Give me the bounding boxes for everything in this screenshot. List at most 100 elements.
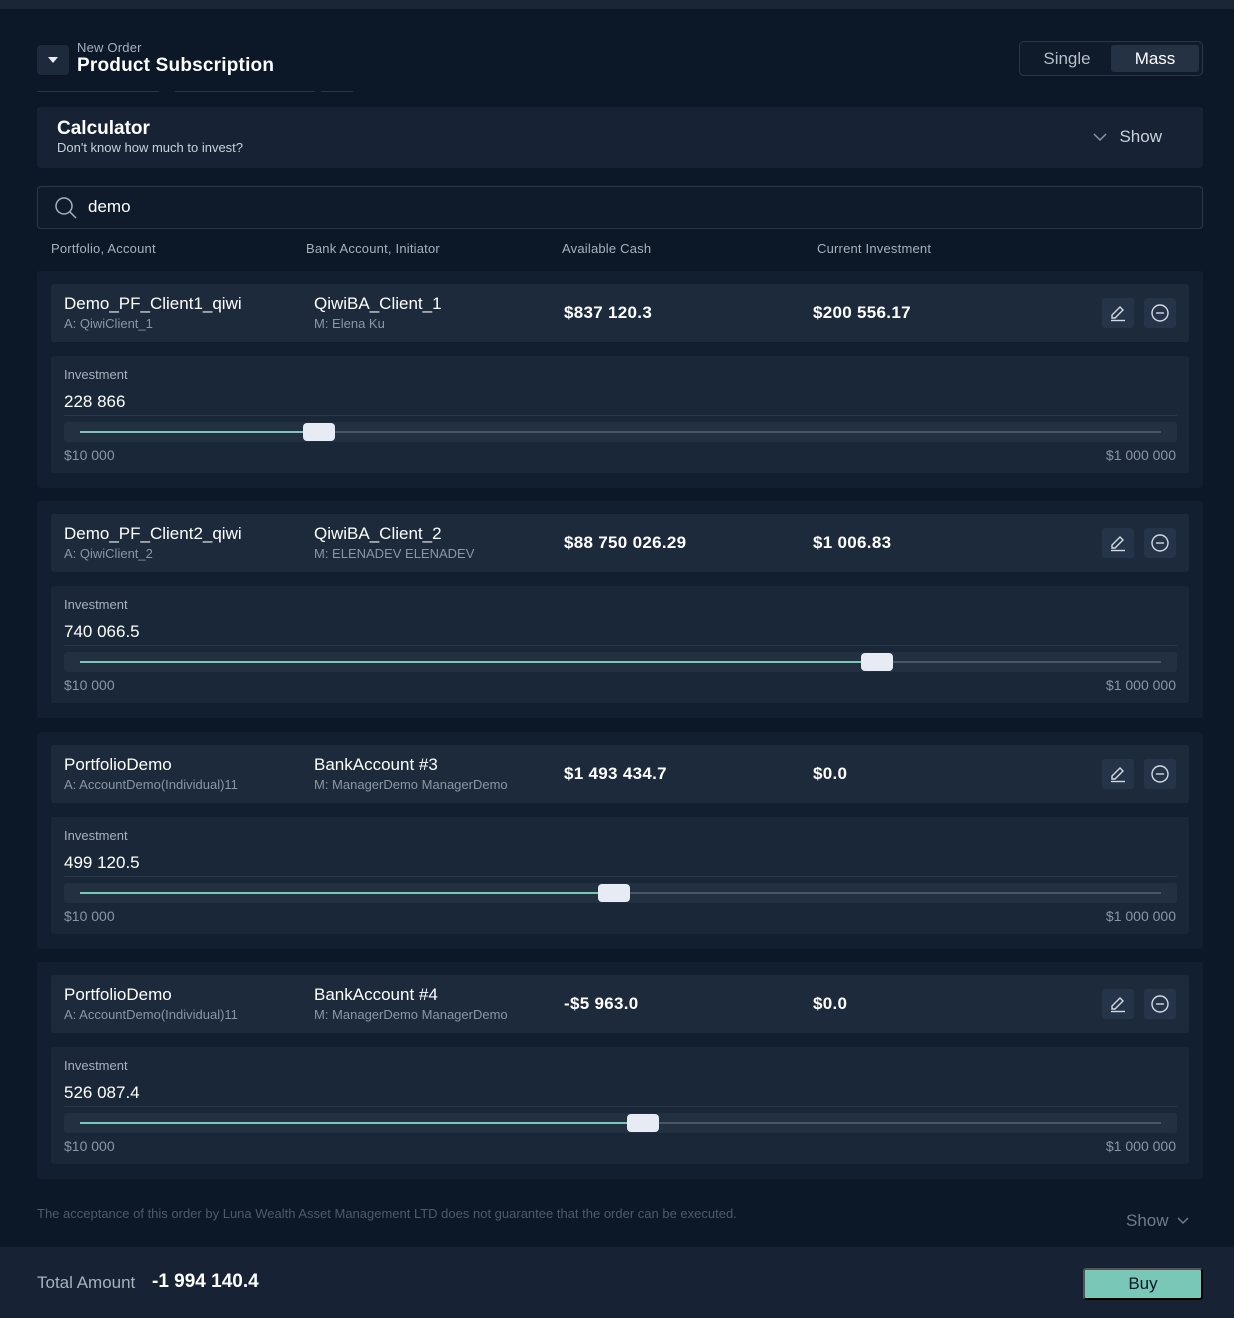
investment-slider[interactable]	[64, 1113, 1177, 1133]
toggle-single[interactable]: Single	[1023, 45, 1111, 72]
edit-icon	[1111, 767, 1125, 783]
investment-panel: Investment 228 866 $10 000 $1 000 000	[51, 356, 1189, 473]
investment-slider[interactable]	[64, 883, 1177, 903]
bank-account-name: QiwiBA_Client_1	[314, 294, 442, 313]
column-header-bank: Bank Account, Initiator	[306, 241, 440, 256]
order-item-card: Demo_PF_Client1_qiwi A: QiwiClient_1 Qiw…	[37, 271, 1203, 488]
disclaimer-show-toggle[interactable]: Show	[1126, 1211, 1189, 1231]
slider-thumb[interactable]	[598, 884, 630, 902]
manager-name: M: ManagerDemo ManagerDemo	[314, 1007, 508, 1022]
account-name: A: QiwiClient_2	[64, 546, 153, 561]
collapse-button[interactable]	[37, 45, 69, 75]
investment-value[interactable]: 499 120.5	[64, 853, 140, 873]
disclaimer-text: The acceptance of this order by Luna Wea…	[37, 1206, 737, 1221]
portfolio-name: PortfolioDemo	[64, 985, 172, 1004]
calculator-subtitle: Don't know how much to invest?	[57, 140, 244, 155]
edit-button[interactable]	[1102, 989, 1134, 1019]
available-cash: $88 750 026.29	[564, 533, 687, 552]
slider-fill	[80, 431, 319, 433]
total-amount-label: Total Amount	[37, 1273, 136, 1292]
bank-account-name: QiwiBA_Client_2	[314, 524, 442, 543]
bank-account-name: BankAccount #3	[314, 755, 438, 774]
current-investment: $200 556.17	[813, 303, 911, 322]
toggle-mass[interactable]: Mass	[1111, 45, 1199, 72]
account-name: A: AccountDemo(Individual)11	[64, 1007, 238, 1022]
available-cash: $837 120.3	[564, 303, 653, 322]
remove-button[interactable]	[1144, 298, 1176, 328]
slider-thumb[interactable]	[302, 423, 335, 441]
remove-button[interactable]	[1144, 528, 1176, 558]
search-box	[37, 186, 1203, 229]
manager-name: M: Elena Ku	[314, 316, 385, 331]
investment-slider[interactable]	[64, 652, 1177, 672]
investment-divider	[64, 876, 1177, 877]
column-header-portfolio: Portfolio, Account	[51, 241, 156, 256]
edit-button[interactable]	[1102, 528, 1134, 558]
investment-divider	[64, 645, 1177, 646]
investment-value[interactable]: 526 087.4	[64, 1083, 140, 1103]
investment-max: $1 000 000	[1105, 1138, 1176, 1154]
remove-button[interactable]	[1144, 759, 1176, 789]
buy-button[interactable]: Buy	[1083, 1268, 1203, 1300]
edit-icon	[1111, 997, 1125, 1013]
portfolio-name: Demo_PF_Client1_qiwi	[64, 294, 242, 313]
remove-icon	[1151, 995, 1169, 1013]
investment-min: $10 000	[64, 677, 115, 693]
header-divider	[37, 91, 357, 93]
investment-label: Investment	[64, 597, 128, 612]
available-cash: $1 493 434.7	[564, 764, 667, 783]
slider-fill	[80, 1122, 644, 1124]
order-item-row: PortfolioDemo A: AccountDemo(Individual)…	[51, 975, 1189, 1033]
order-item-row: PortfolioDemo A: AccountDemo(Individual)…	[51, 745, 1189, 803]
investment-divider	[64, 415, 1177, 416]
investment-panel: Investment 526 087.4 $10 000 $1 000 000	[51, 1047, 1189, 1164]
manager-name: M: ELENADEV ELENADEV	[314, 546, 475, 561]
bank-account-name: BankAccount #4	[314, 985, 438, 1004]
edit-icon	[1111, 306, 1125, 322]
order-header: New Order Product Subscription Single Ma…	[37, 38, 1203, 94]
investment-min: $10 000	[64, 1138, 115, 1154]
investment-max: $1 000 000	[1105, 677, 1176, 693]
investment-label: Investment	[64, 828, 128, 843]
order-item-card: PortfolioDemo A: AccountDemo(Individual)…	[37, 962, 1203, 1179]
investment-label: Investment	[64, 1058, 128, 1073]
column-header-cash: Available Cash	[562, 241, 652, 256]
account-name: A: AccountDemo(Individual)11	[64, 777, 238, 792]
slider-fill	[80, 661, 877, 663]
investment-max: $1 000 000	[1105, 447, 1176, 463]
order-item-row: Demo_PF_Client2_qiwi A: QiwiClient_2 Qiw…	[51, 514, 1189, 572]
order-subtitle: New Order	[77, 40, 142, 55]
top-strip	[0, 0, 1234, 9]
investment-slider[interactable]	[64, 422, 1177, 442]
search-input[interactable]	[88, 197, 1168, 217]
order-item-card: Demo_PF_Client2_qiwi A: QiwiClient_2 Qiw…	[37, 501, 1203, 718]
slider-thumb[interactable]	[627, 1114, 660, 1132]
calculator-title: Calculator	[57, 118, 150, 139]
order-mode-toggle: Single Mass	[1019, 41, 1203, 76]
caret-down-icon	[48, 57, 58, 63]
remove-icon	[1151, 304, 1169, 322]
edit-button[interactable]	[1102, 759, 1134, 789]
remove-icon	[1151, 534, 1169, 552]
investment-value[interactable]: 740 066.5	[64, 622, 140, 642]
available-cash: -$5 963.0	[564, 994, 639, 1013]
slider-thumb[interactable]	[860, 653, 893, 671]
column-header-investment: Current Investment	[817, 241, 932, 256]
current-investment: $1 006.83	[813, 533, 892, 552]
calculator-panel: Calculator Don't know how much to invest…	[37, 107, 1203, 168]
calculator-show-label: Show	[1119, 127, 1162, 146]
investment-value[interactable]: 228 866	[64, 392, 125, 412]
current-investment: $0.0	[813, 764, 848, 783]
investment-panel: Investment 499 120.5 $10 000 $1 000 000	[51, 817, 1189, 934]
chevron-down-icon	[1177, 1217, 1189, 1225]
disclaimer-show-label: Show	[1126, 1211, 1169, 1230]
chevron-down-icon	[1093, 132, 1107, 141]
edit-icon	[1111, 536, 1125, 552]
remove-icon	[1151, 765, 1169, 783]
investment-panel: Investment 740 066.5 $10 000 $1 000 000	[51, 586, 1189, 703]
edit-button[interactable]	[1102, 298, 1134, 328]
calculator-show-toggle[interactable]: Show	[1093, 127, 1162, 147]
investment-divider	[64, 1106, 1177, 1107]
portfolio-name: PortfolioDemo	[64, 755, 172, 774]
remove-button[interactable]	[1144, 989, 1176, 1019]
